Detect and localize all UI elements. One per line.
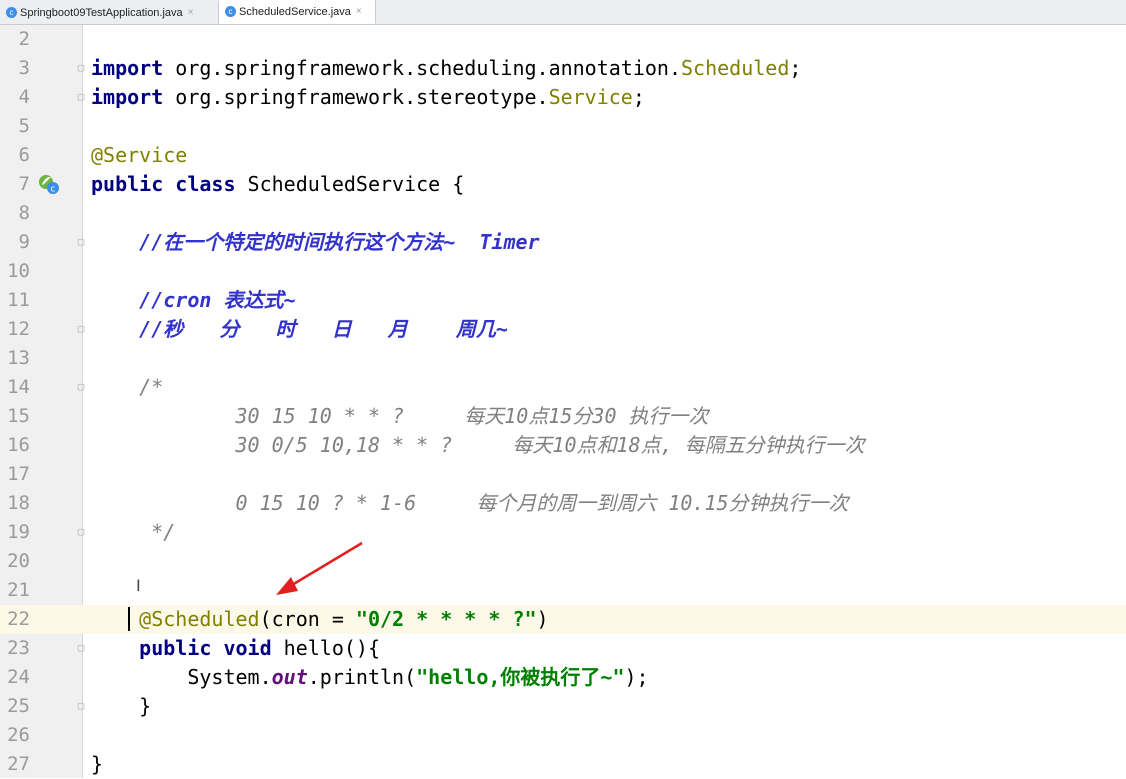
red-arrow-annotation: [276, 541, 363, 595]
tab-springboot09-test-application[interactable]: c Springboot09TestApplication.java ×: [0, 1, 219, 24]
tab-scheduled-service[interactable]: c ScheduledService.java ×: [219, 0, 376, 24]
tab-label: Springboot09TestApplication.java: [20, 6, 183, 19]
arrow-shaft: [291, 541, 363, 587]
java-class-icon: c: [225, 6, 236, 17]
tab-label: ScheduledService.java: [239, 5, 351, 18]
editor-tab-bar: c Springboot09TestApplication.java × c S…: [0, 0, 1126, 25]
close-icon[interactable]: ×: [188, 7, 194, 18]
code-editor[interactable]: 2 3 ▢ import org.springframework.scheduling…: [0, 25, 1126, 778]
java-class-icon: c: [6, 7, 17, 18]
arrow-head: [276, 577, 298, 595]
close-icon[interactable]: ×: [356, 6, 362, 17]
